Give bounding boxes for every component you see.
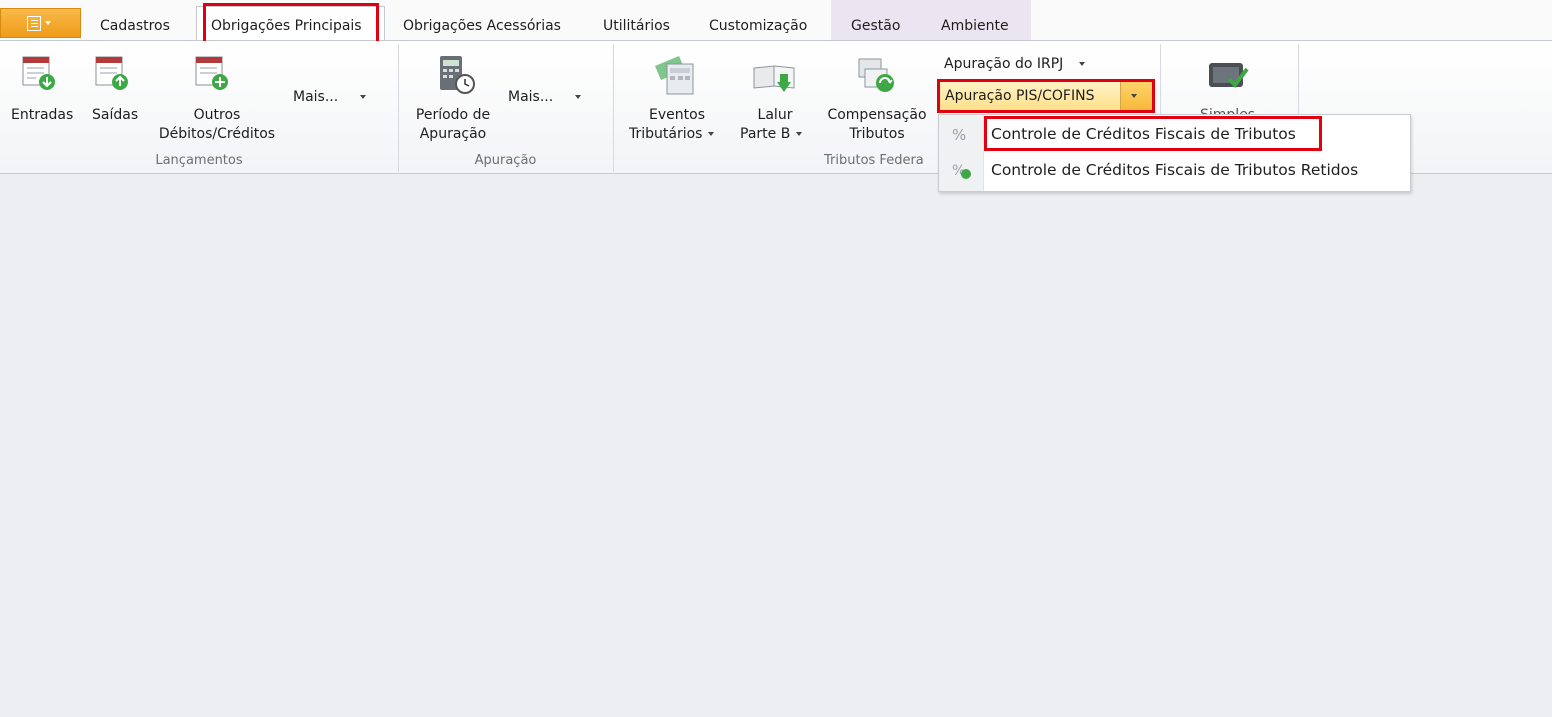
highlight-box-menu-item: [984, 116, 1322, 151]
lalur-book-icon: [753, 65, 795, 92]
svg-text:%: %: [952, 126, 966, 143]
app-menu-icon: [27, 16, 41, 31]
eventos-tributarios-label-1[interactable]: Eventos: [637, 106, 717, 125]
outros-debitos-creditos-icon: [195, 56, 228, 90]
chevron-down-icon: [796, 132, 803, 136]
simples-icon: [1209, 63, 1249, 89]
chevron-down-icon: [360, 95, 367, 99]
group-label-lancamentos: Lançamentos: [155, 153, 243, 168]
highlight-box-piscofins: [937, 79, 1155, 113]
saidas-button-label[interactable]: Saídas: [92, 106, 138, 125]
group-separator: [613, 44, 614, 172]
periodo-apuracao-label-2[interactable]: Apuração: [413, 125, 493, 144]
entradas-button-label[interactable]: Entradas: [11, 106, 73, 125]
application-menu-button[interactable]: [0, 8, 81, 38]
percent-icon: %: [952, 126, 966, 143]
outros-button-label-2[interactable]: Débitos/Créditos: [157, 125, 277, 144]
chevron-down-icon: [1079, 62, 1086, 66]
eventos-label-2: Tributários: [629, 126, 703, 142]
tab-ambiente[interactable]: Ambiente: [941, 18, 1009, 34]
chevron-down-icon: [575, 95, 582, 99]
tab-cadastros[interactable]: Cadastros: [100, 18, 170, 34]
group-label-tributos-federais: Tributos Federa: [824, 153, 924, 168]
group-label-apuracao: Apuração: [474, 153, 537, 168]
calculator-clock-icon: [440, 56, 475, 94]
lalur-label-1[interactable]: Lalur: [745, 106, 805, 125]
eventos-tributarios-icon: [655, 56, 694, 95]
lalur-label-2: Parte B: [740, 126, 791, 142]
apuracao-irpj-dropdown[interactable]: Apuração do IRPJ: [944, 55, 1086, 74]
lalur-parte-b-dropdown[interactable]: Parte B: [740, 125, 803, 144]
periodo-apuracao-label-1[interactable]: Período de: [413, 106, 493, 125]
chevron-down-icon: [708, 132, 715, 136]
tab-gestao[interactable]: Gestão: [851, 18, 900, 34]
tab-utilitarios[interactable]: Utilitários: [603, 18, 670, 34]
mais-label: Mais...: [508, 89, 554, 105]
outros-button-label-1[interactable]: Outros: [157, 106, 277, 125]
chevron-down-icon: [45, 21, 51, 25]
entradas-icon: [22, 56, 55, 90]
lancamentos-mais-button[interactable]: Mais...: [293, 88, 367, 107]
compensacao-label-1[interactable]: Compensação: [826, 106, 928, 125]
tab-obrigacoes-acessorias[interactable]: Obrigações Acessórias: [403, 18, 561, 34]
irpj-label: Apuração do IRPJ: [944, 56, 1064, 72]
apuracao-mais-button[interactable]: Mais...: [508, 88, 582, 107]
saidas-icon: [95, 56, 128, 90]
menu-item-controle-creditos-fiscais-retidos[interactable]: Controle de Créditos Fiscais de Tributos…: [991, 161, 1358, 179]
tab-customizacao[interactable]: Customização: [709, 18, 807, 34]
compensacao-tributos-icon: [858, 58, 894, 92]
percent-check-icon: %: [952, 163, 971, 179]
mais-label: Mais...: [293, 89, 339, 105]
compensacao-label-2[interactable]: Tributos: [826, 125, 928, 144]
eventos-tributarios-dropdown[interactable]: Tributários: [629, 125, 715, 144]
